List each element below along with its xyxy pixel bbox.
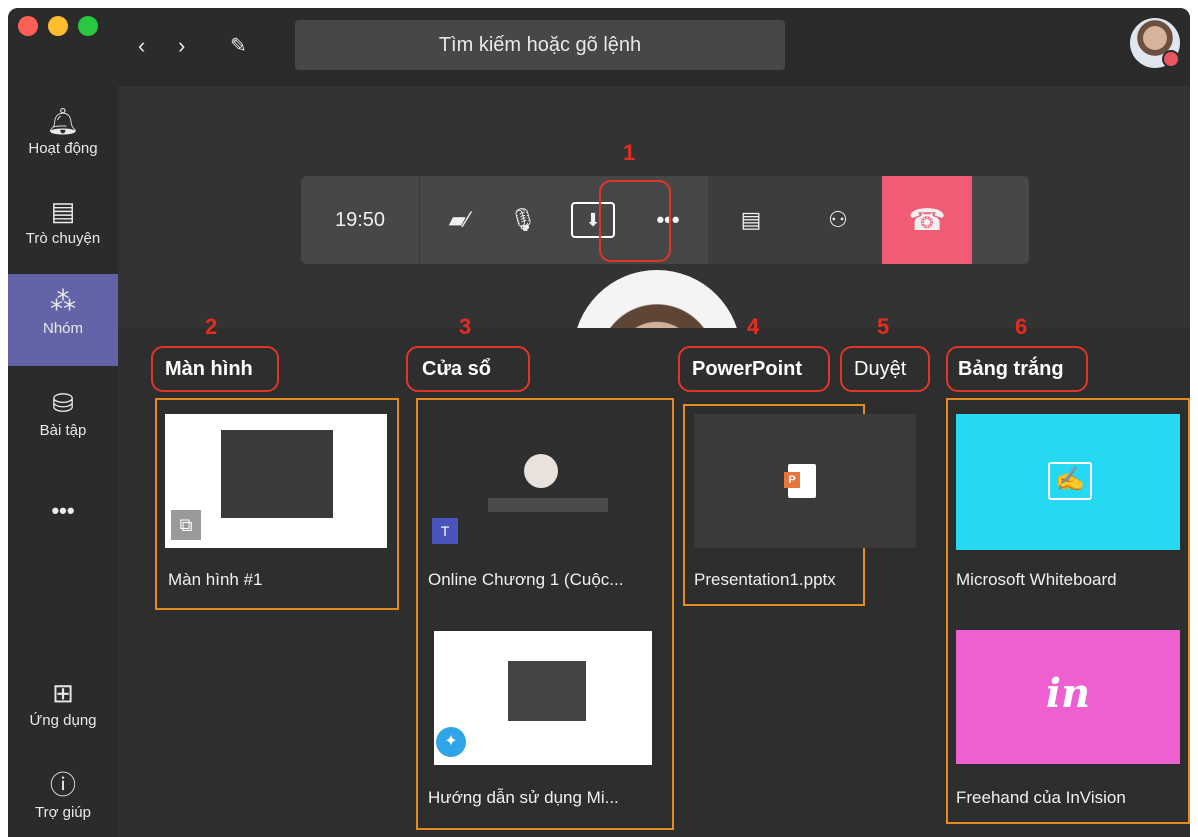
forward-icon[interactable]: › [178,35,185,57]
section-window: Cửa sổ [422,358,491,380]
back-icon[interactable]: ‹ [138,35,145,57]
annotation-number: 6 [1015,314,1028,339]
chat-icon: ▤ [50,196,76,226]
help-icon: ⓘ [49,770,76,800]
microphone-icon[interactable]: 🎙︎ [488,176,558,264]
user-avatar[interactable] [1130,18,1180,68]
annotation-number: 2 [205,314,218,339]
annotation-number: 4 [747,314,760,339]
rail-item-activity[interactable]: 🔔︎ Hoạt động [8,106,118,178]
annotation-number: 3 [459,314,472,339]
rail-item-help[interactable]: ⓘ Trợ giúp [8,770,118,837]
annotation-number: 5 [877,314,890,339]
browse-button[interactable]: Duyệt [854,358,906,381]
window-item-label: Hướng dẫn sử dụng Mi... [428,788,619,807]
ppt-thumbnail: P [694,414,916,548]
title-bar: ‹ › ✎ Tìm kiếm hoặc gõ lệnh [8,8,1190,86]
hang-up-button[interactable]: ☎︎ [882,176,972,264]
screen-thumbnail: ⧉ [165,414,387,548]
invision-logo-icon: in [1045,670,1091,717]
compose-icon[interactable]: ✎ [230,36,247,56]
more-icon: ••• [51,498,75,523]
hang-up-icon: ☎︎ [908,203,946,237]
window-thumbnail-browser[interactable]: ✦ [434,631,652,765]
section-powerpoint: PowerPoint [692,358,803,380]
rail-item-more[interactable]: ••• [8,498,118,538]
microsoft-whiteboard-tile[interactable]: ✍ [956,414,1180,550]
thumbnail-toolbar [488,498,608,512]
search-placeholder: Tìm kiếm hoặc gõ lệnh [438,33,642,56]
rail-item-apps[interactable]: ⊞ Ứng dụng [8,678,118,750]
section-screen: Màn hình [165,358,253,380]
ppt-file-icon: P [784,464,816,498]
section-whiteboard: Bảng trắng [958,358,1064,380]
rail-label: Ứng dụng [29,712,97,729]
whiteboard-item-label: Freehand của InVision [956,788,1126,807]
ppt-item-label: Presentation1.pptx [694,570,836,589]
rail-label: Nhóm [42,320,83,337]
thumbnail-window [508,661,586,721]
rail-item-assignments[interactable]: ⛁ Bài tập [8,388,118,460]
rail-label: Hoạt động [28,140,98,157]
backpack-icon: ⛁ [52,388,74,418]
camera-off-icon[interactable]: ▰⁄ [430,176,488,264]
rail-label: Trợ giúp [35,804,91,821]
bell-icon: 🔔︎ [46,106,80,136]
screen-item-label: Màn hình #1 [168,570,263,589]
whiteboard-item-label: Microsoft Whiteboard [956,570,1117,589]
window-thumbnail-teams[interactable]: T [428,414,654,548]
thumbnail-avatar [524,454,558,488]
left-rail: 🔔︎ Hoạt động ▤ Trò chuyện ⁂ Nhóm ⛁ Bài t… [8,86,118,837]
meeting-timer: 19:50 [301,176,420,264]
invision-freehand-tile[interactable]: in [956,630,1180,764]
thumbnail-window [221,430,333,518]
ppt-badge: P [784,472,800,488]
close-window-button[interactable] [18,16,38,36]
chat-icon[interactable]: ▤ [708,176,794,264]
annotation-number: 1 [623,140,636,165]
teams-window: ‹ › ✎ Tìm kiếm hoặc gõ lệnh 🔔︎ Hoạt động… [8,8,1190,837]
rail-item-teams[interactable]: ⁂ Nhóm [8,274,118,366]
participants-icon[interactable]: ⚇ [794,176,882,264]
highlight-box-share [599,180,671,262]
whiteboard-icon: ✍ [1048,462,1092,500]
teams-app-icon: T [432,518,458,544]
teams-icon: ⁂ [50,286,76,316]
rail-item-chat[interactable]: ▤ Trò chuyện [8,196,118,268]
maximize-window-button[interactable] [78,16,98,36]
apps-icon: ⊞ [52,678,74,708]
presence-badge [1162,50,1180,68]
safari-icon: ✦ [436,727,466,757]
window-item-label: Online Chương 1 (Cuộc... [428,570,624,589]
search-input[interactable]: Tìm kiếm hoặc gõ lệnh [295,20,785,70]
screen-share-icon: ⧉ [171,510,201,540]
rail-label: Bài tập [39,422,87,439]
minimize-window-button[interactable] [48,16,68,36]
rail-label: Trò chuyện [25,230,101,247]
